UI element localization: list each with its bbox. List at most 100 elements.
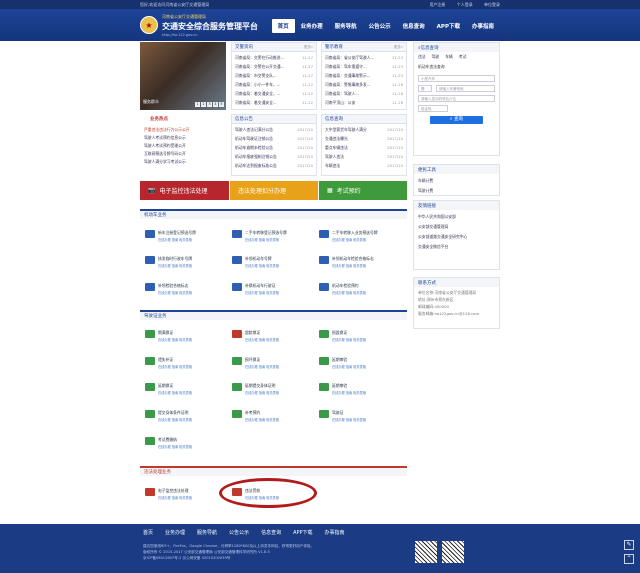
carousel-page[interactable]: 3 xyxy=(207,102,212,107)
nav-service[interactable]: 服务导航 xyxy=(329,19,363,33)
service-item[interactable]: 损毁换证 在线办理 指南 相关表格 xyxy=(319,330,404,342)
list-item[interactable]: 机动车逾期未检验公告 2017/10 xyxy=(235,143,313,152)
friend-link[interactable]: 中华人民共和国公安部 xyxy=(418,212,495,222)
service-item[interactable]: 驾驶证 在线办理 指南 相关表格 xyxy=(319,410,404,422)
footer-link[interactable]: 服务导航 xyxy=(197,529,217,536)
list-item[interactable]: 机动车达到报废标准公告 2017/10 xyxy=(235,161,313,170)
list-item[interactable]: 驾驶人考试预约信息公示 xyxy=(144,135,190,143)
more-link[interactable]: 更多» xyxy=(394,45,403,50)
service-item[interactable]: 新车注册登记预选号牌 在线办理 指南 相关表格 xyxy=(145,230,230,242)
tools-panel: 便民工具 车辆计费 驾驶计费 xyxy=(413,164,500,196)
query-button[interactable]: ⌕ 查询 xyxy=(430,116,483,124)
list-item[interactable]: 河南省局：交警在行动推进... 11-27 xyxy=(235,53,313,62)
list-item[interactable]: 车辆违法 2017/10 xyxy=(325,161,403,170)
highlight-circle xyxy=(219,478,317,508)
list-item[interactable]: 机动车驾驶证注销公告 2017/10 xyxy=(235,134,313,143)
service-item[interactable]: 遗失补证 在线办理 指南 相关表格 xyxy=(145,357,230,369)
carousel-page[interactable]: 5 xyxy=(219,102,224,107)
tab-exam[interactable]: 考试 xyxy=(459,54,467,60)
list-item[interactable]: 机动车报废强制注销公告 2017/10 xyxy=(235,152,313,161)
captcha-input[interactable]: 验证码 xyxy=(418,105,448,112)
tab-violation[interactable]: 违法 xyxy=(418,54,426,60)
exam-booking-button[interactable]: ▦ 考试预约 xyxy=(319,181,407,200)
list-item[interactable]: 大中型客货车驾驶人满分 2017/10 xyxy=(325,125,403,134)
list-item[interactable]: 河南省局：警惕事故多发... 11-16 xyxy=(325,80,403,89)
list-item[interactable]: 河南省局：省公安厅驾驶人... 11-23 xyxy=(325,53,403,62)
friend-link[interactable]: 交通安全微信平台 xyxy=(418,242,495,252)
tool-link[interactable]: 驾驶计费 xyxy=(418,186,495,196)
list-item[interactable]: 河南省局：着交通安全，... 11-22 xyxy=(235,89,313,98)
nav-notice[interactable]: 公告公示 xyxy=(363,19,397,33)
list-item[interactable]: 驾驶人满分学习考试公示 xyxy=(144,159,190,167)
tool-link[interactable]: 车辆计费 xyxy=(418,176,495,186)
list-item[interactable]: 严重违法违法行为公示公开 xyxy=(144,127,190,135)
footer-link[interactable]: 信息查询 xyxy=(261,529,281,536)
friend-link[interactable]: 公安部交通管理局 xyxy=(418,222,495,232)
vehicle-type-select[interactable]: 小型汽车 xyxy=(418,75,495,82)
unit-login-link[interactable]: 单位登录 xyxy=(484,2,500,7)
personal-login-link[interactable]: 个人登录 xyxy=(457,2,473,7)
service-item[interactable]: 补换机动车行驶证 在线办理 指南 相关表格 xyxy=(232,283,317,295)
more-link[interactable]: 更多» xyxy=(304,45,313,50)
list-item[interactable]: 河南省局：小小一件车，... 11-22 xyxy=(235,80,313,89)
service-item[interactable]: 电子监控违法处理 在线办理 指南 相关表格 xyxy=(145,488,230,500)
tab-vehicle[interactable]: 车辆 xyxy=(445,54,453,60)
list-item[interactable]: 驾驶人违法 2017/10 xyxy=(325,152,403,161)
service-item[interactable]: 补领检验合格标志 在线办理 指南 相关表格 xyxy=(145,283,230,295)
service-item[interactable]: 补领机动车检验合格标志 在线办理 指南 相关表格 xyxy=(319,256,404,268)
list-item[interactable]: 驾驶人考试预约受理公开 xyxy=(144,143,190,151)
footer-link[interactable]: 首页 xyxy=(143,529,153,536)
nav-guide[interactable]: 办事指南 xyxy=(466,19,500,33)
service-item[interactable]: 机动车检验预约 在线办理 指南 相关表格 xyxy=(319,283,404,295)
list-item[interactable]: 河南省局：市交警支队... 11-27 xyxy=(235,71,313,80)
service-item[interactable]: 二手车转移入业务预选号牌 在线办理 指南 相关表格 xyxy=(319,230,404,242)
list-item[interactable]: 互联网预选号牌号码公开 xyxy=(144,151,190,159)
service-item[interactable]: 补领机动车号牌 在线办理 指南 相关表格 xyxy=(232,256,317,268)
electronic-violation-button[interactable]: 📷 电子监控违法处理 xyxy=(140,181,229,200)
list-item[interactable]: 河南平顶山：公安 11-16 xyxy=(325,98,403,107)
edit-icon[interactable]: ✎ xyxy=(624,540,634,550)
list-item[interactable]: 河南省局：驾车需遵守... 11-23 xyxy=(325,62,403,71)
service-item[interactable]: 提交身体条件证明 在线办理 指南 相关表格 xyxy=(145,410,230,422)
province-select[interactable]: 豫 xyxy=(418,85,432,92)
footer-link[interactable]: APP下载 xyxy=(293,529,312,536)
plate-input[interactable]: 请输入车牌号码 xyxy=(436,85,495,92)
violation-points-button[interactable]: 违法处理扣分办理 xyxy=(230,181,318,200)
footer-link[interactable]: 业务办理 xyxy=(165,529,185,536)
nav-business[interactable]: 业务办理 xyxy=(295,19,329,33)
list-item[interactable]: 河南省局：交警在公开交通... 11-27 xyxy=(235,62,313,71)
list-item[interactable]: 驾驶人违法记满分公告 2017/10 xyxy=(235,125,313,134)
list-item[interactable]: 重点车辆违法 2017/10 xyxy=(325,143,403,152)
news-carousel[interactable]: 服务群众 1 2 3 4 5 xyxy=(140,42,226,110)
service-item[interactable]: 延期审验 在线办理 指南 相关表格 xyxy=(319,357,404,369)
service-item[interactable]: 期满换证 在线办理 指南 相关表格 xyxy=(145,330,230,342)
service-item[interactable]: 超龄换证 在线办理 指南 相关表格 xyxy=(232,330,317,342)
service-item[interactable]: 延期提交身体证明 在线办理 指南 相关表格 xyxy=(232,383,317,395)
list-item[interactable]: 河南省局：着交通安全... 11-22 xyxy=(235,98,313,107)
service-item[interactable]: 考试费缴纳 在线办理 指南 相关表格 xyxy=(145,437,230,449)
friend-link[interactable]: 公安部道路交通安全研究中心 xyxy=(418,232,495,242)
service-item[interactable]: 损坏换证 在线办理 指南 相关表格 xyxy=(232,357,317,369)
tab-license[interactable]: 驾驶 xyxy=(432,54,440,60)
nav-home[interactable]: 首页 xyxy=(271,19,295,33)
list-item[interactable]: 交通违法曝光 2017/10 xyxy=(325,134,403,143)
nav-app[interactable]: APP下载 xyxy=(431,19,466,33)
list-item[interactable]: 河南省局：交通事故警示... 11-23 xyxy=(325,71,403,80)
back-to-top-icon[interactable]: ⌃ xyxy=(624,554,634,564)
carousel-page[interactable]: 2 xyxy=(201,102,206,107)
site-title[interactable]: 交通安全综合服务管理平台 xyxy=(162,21,258,32)
list-item[interactable]: 河南省局：驾驶人... 11-16 xyxy=(325,89,403,98)
register-link[interactable]: 用户注册 xyxy=(429,2,445,7)
footer-link[interactable]: 公告公示 xyxy=(229,529,249,536)
service-item[interactable]: 二手车转移登记预选号牌 在线办理 指南 相关表格 xyxy=(232,230,317,242)
carousel-page[interactable]: 4 xyxy=(213,102,218,107)
carousel-page[interactable]: 1 xyxy=(195,102,200,107)
nav-query[interactable]: 信息查询 xyxy=(397,19,431,33)
service-item[interactable]: 延期换证 在线办理 指南 相关表格 xyxy=(145,383,230,395)
service-item[interactable]: 延期审验 在线办理 指南 相关表格 xyxy=(319,383,404,395)
footer-link[interactable]: 办事指南 xyxy=(325,529,345,536)
license-icon xyxy=(232,383,242,391)
engine-number-input[interactable]: 请输入发动机号后六位 xyxy=(418,95,495,102)
service-item[interactable]: 核发临时行驶车号牌 在线办理 指南 相关表格 xyxy=(145,256,230,268)
service-item[interactable]: 补考预约 在线办理 指南 相关表格 xyxy=(232,410,317,422)
